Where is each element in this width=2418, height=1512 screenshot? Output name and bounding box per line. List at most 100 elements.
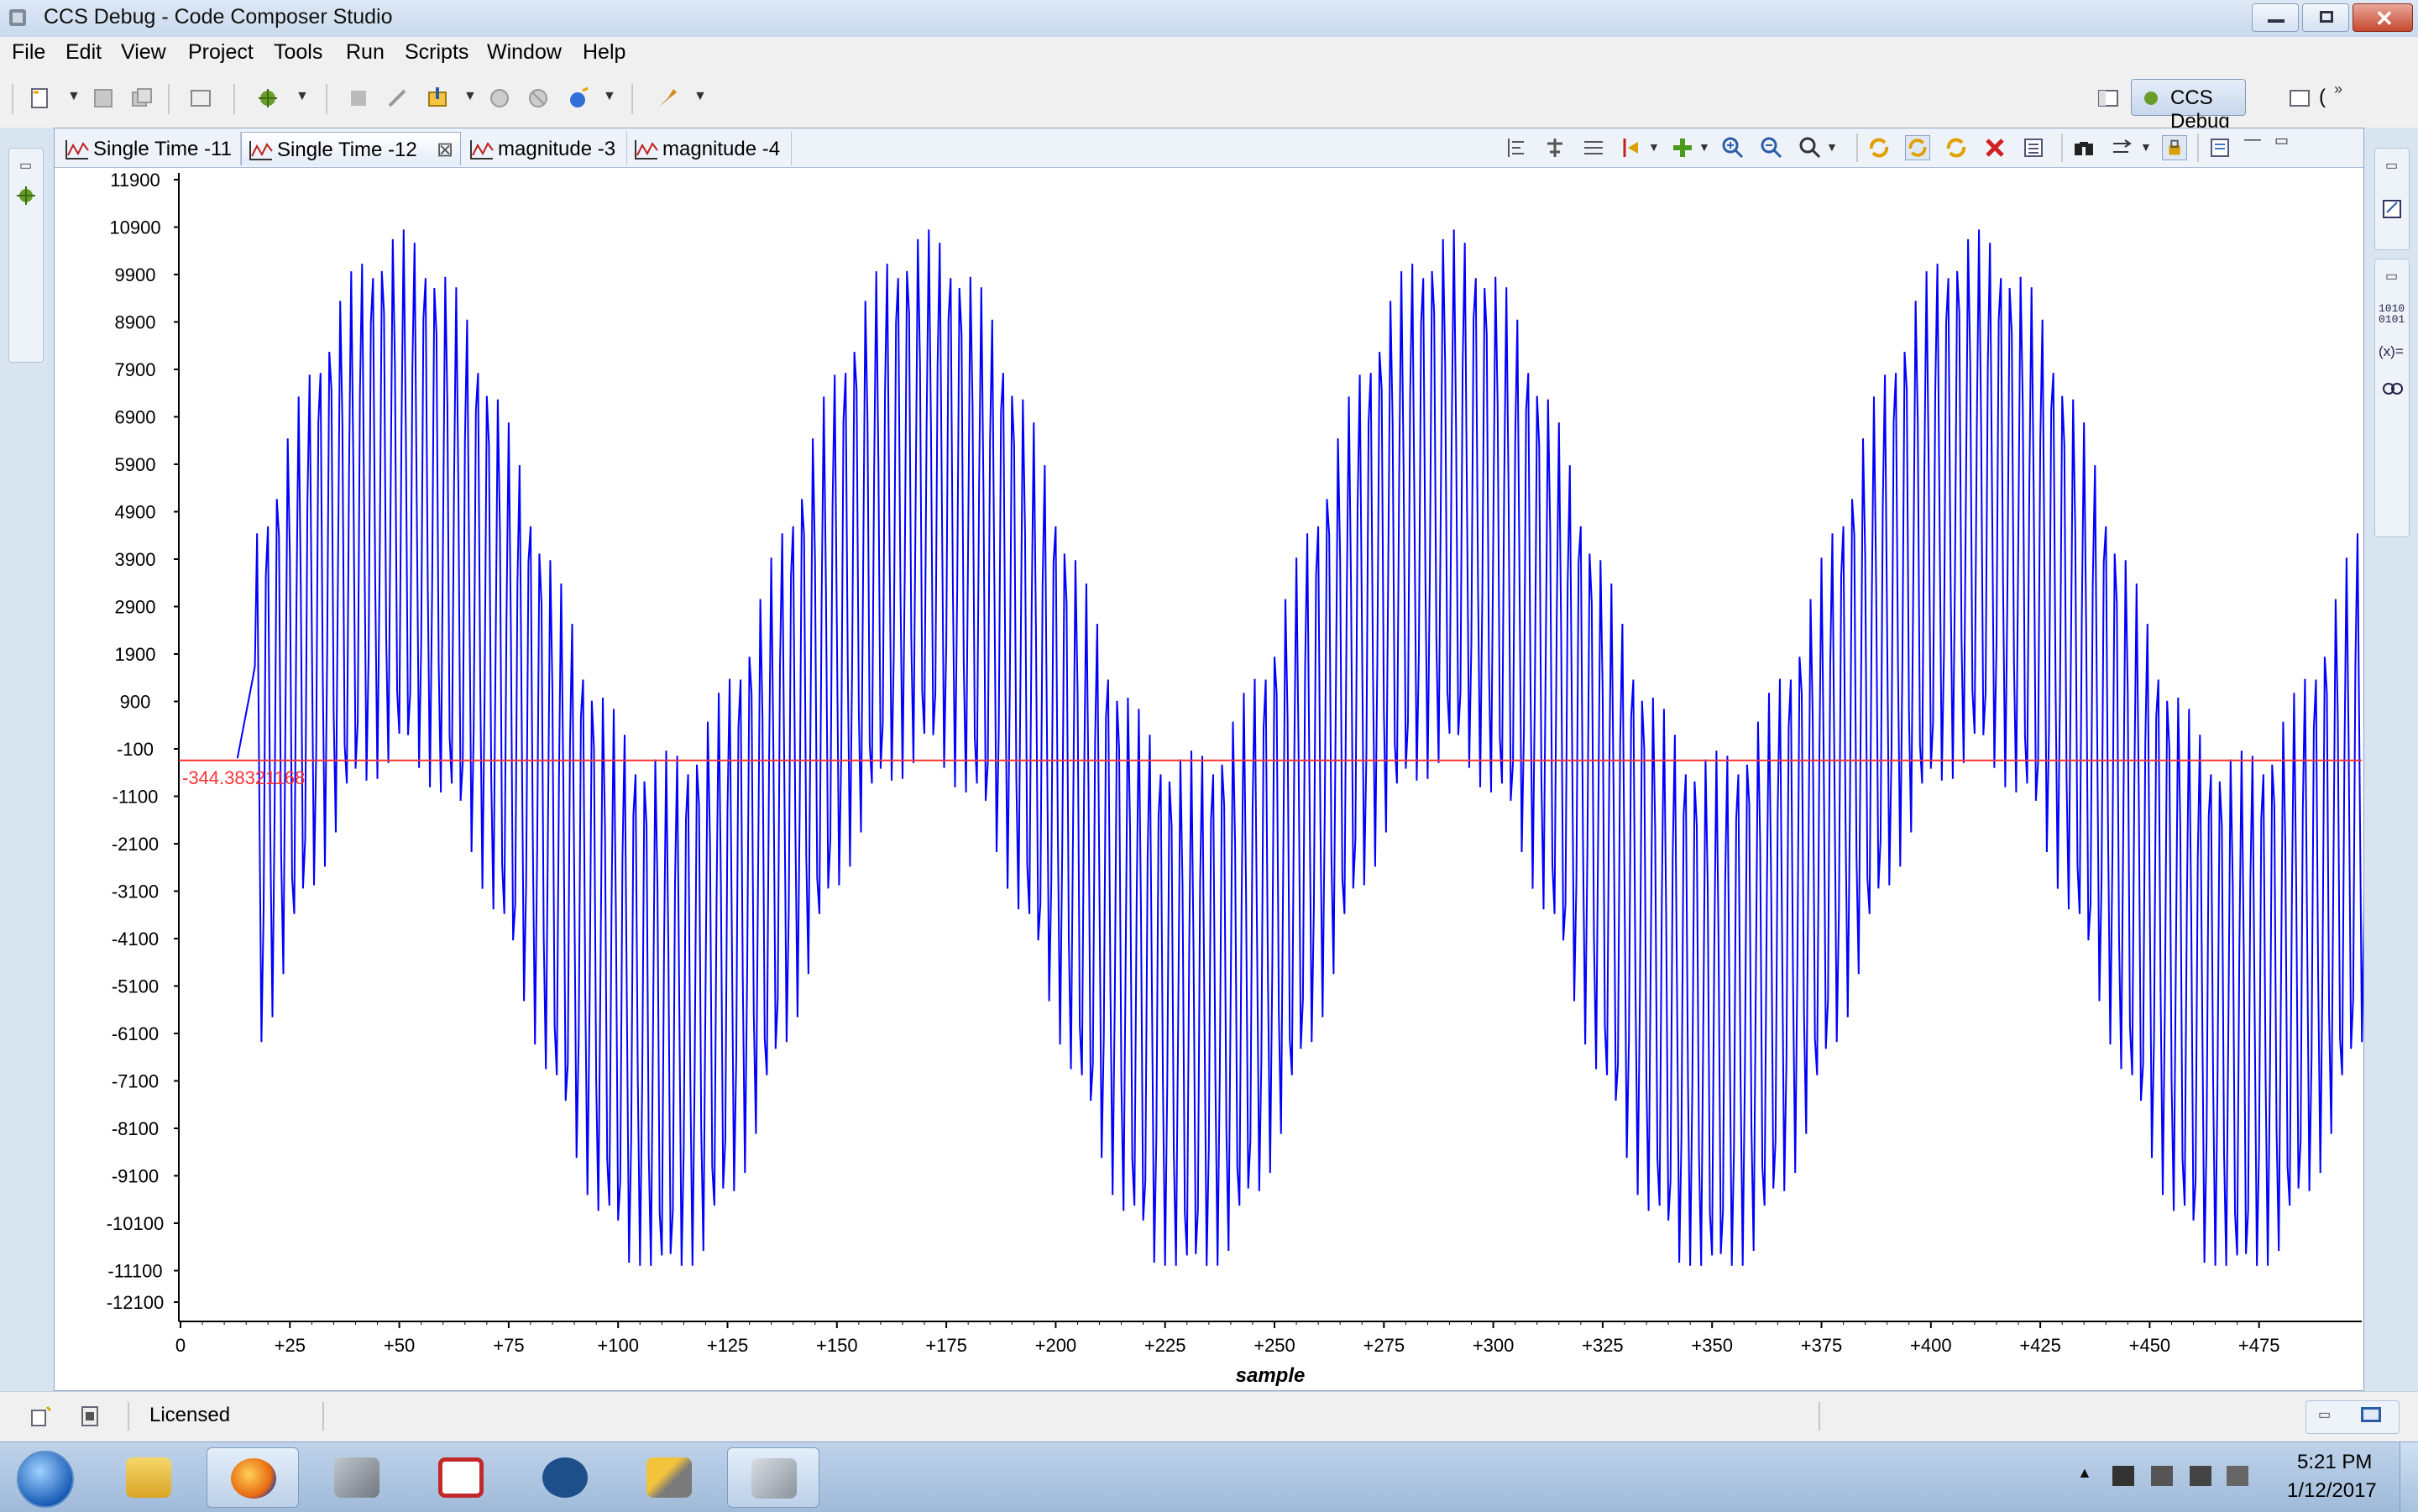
restore-icon[interactable]: ▭	[2318, 1406, 2331, 1423]
import-dropdown-arrow[interactable]: ▼	[2140, 140, 2152, 154]
x-tick-label: +275	[1363, 1335, 1405, 1356]
menu-scripts[interactable]: Scripts	[405, 40, 468, 65]
target-config-icon[interactable]	[566, 86, 591, 111]
menu-bar: File Edit View Project Tools Run Scripts…	[0, 37, 2418, 69]
taskbar-tree-app[interactable]	[519, 1447, 611, 1508]
new-dropdown-arrow[interactable]: ▼	[67, 89, 81, 104]
trace-marker-icon[interactable]	[1620, 135, 1645, 160]
perspective-overflow[interactable]: (	[2319, 86, 2326, 109]
maximize-view-icon[interactable]: ▭	[2274, 132, 2289, 149]
tab-magnitude-4[interactable]: magnitude -4	[627, 132, 792, 165]
network-icon[interactable]	[2190, 1466, 2211, 1486]
new-file-icon[interactable]	[27, 86, 52, 111]
taskbar-ccs-app[interactable]	[311, 1447, 403, 1508]
restore-icon[interactable]: ▭	[2385, 268, 2398, 285]
time-graph-plot[interactable]: 11900 10900 9900 8900 7900 6900 5900 4900 3900 29…	[56, 168, 2363, 1389]
taskbar-chip-tool[interactable]	[415, 1447, 507, 1508]
menu-project[interactable]: Project	[188, 40, 254, 65]
open-perspective-icon[interactable]	[2096, 86, 2121, 111]
debug-dropdown-arrow[interactable]: ▼	[296, 89, 309, 104]
find-icon[interactable]	[2071, 135, 2096, 160]
tab-single-time-11[interactable]: Single Time -11	[58, 132, 241, 165]
zoom-dropdown-arrow[interactable]: ▼	[1826, 140, 1838, 154]
restore-icon[interactable]: ▭	[19, 157, 32, 174]
tab-single-time-12[interactable]: Single Time -12 ⊠	[241, 132, 461, 165]
view-menu-icon[interactable]	[2207, 135, 2232, 160]
flash-icon[interactable]	[655, 86, 680, 111]
status-separator	[322, 1402, 324, 1431]
menu-window[interactable]: Window	[487, 40, 562, 65]
import-export-icon[interactable]	[2110, 135, 2135, 160]
refresh-icon[interactable]	[1866, 135, 1892, 160]
start-button[interactable]	[5, 1444, 82, 1511]
load-dropdown-arrow[interactable]: ▼	[463, 89, 477, 104]
build-status-icon[interactable]	[77, 1404, 102, 1429]
console-icon[interactable]	[2358, 1405, 2384, 1428]
save-all-icon[interactable]	[129, 86, 154, 111]
align-center-icon[interactable]	[1542, 135, 1568, 160]
flag-icon[interactable]	[2112, 1466, 2134, 1486]
expressions-icon[interactable]	[2380, 377, 2404, 400]
menu-edit[interactable]: Edit	[65, 40, 102, 65]
close-tab-icon[interactable]: ⊠	[437, 138, 453, 162]
taskbar-firefox[interactable]	[207, 1447, 299, 1508]
minimize-button[interactable]	[2252, 3, 2299, 32]
clock-date[interactable]: 1/12/2017	[2287, 1479, 2377, 1503]
tab-magnitude-3[interactable]: magnitude -3	[463, 132, 627, 165]
menu-help[interactable]: Help	[583, 40, 625, 65]
close-button[interactable]: ✕	[2353, 3, 2413, 32]
reset-graph-icon[interactable]	[1982, 135, 2007, 160]
x-tick-label: +125	[707, 1335, 749, 1356]
restore-icon[interactable]: ▭	[2385, 157, 2398, 174]
marker-dropdown-arrow[interactable]: ▼	[1648, 140, 1660, 154]
terminal-icon[interactable]	[188, 86, 213, 111]
y-tick-label: -100	[117, 739, 154, 760]
perspective-chevron-icon[interactable]: »	[2334, 81, 2342, 98]
outline-icon[interactable]	[2380, 197, 2404, 221]
taskbar-explorer[interactable]	[102, 1447, 195, 1508]
zoom-in-icon[interactable]	[1720, 135, 1745, 160]
show-hidden-icons-icon[interactable]: ▲	[2077, 1464, 2092, 1482]
menu-file[interactable]: File	[12, 40, 45, 65]
show-desktop-button[interactable]	[2400, 1442, 2418, 1512]
continuous-refresh-icon[interactable]	[1905, 135, 1930, 160]
remove-breakpoint-icon[interactable]	[526, 86, 551, 111]
pin-view-icon[interactable]	[2162, 135, 2187, 160]
breakpoint-icon[interactable]	[487, 86, 512, 111]
taskbar-build-tools[interactable]	[623, 1447, 715, 1508]
taskbar-code-composer[interactable]	[727, 1447, 819, 1508]
zoom-out-icon[interactable]	[1759, 135, 1784, 160]
target-dropdown-arrow[interactable]: ▼	[603, 89, 616, 104]
flash-dropdown-arrow[interactable]: ▼	[693, 89, 707, 104]
debug-icon[interactable]	[255, 86, 280, 111]
load-program-icon[interactable]	[425, 86, 450, 111]
cpp-perspective-icon[interactable]	[2287, 86, 2312, 111]
connect-icon[interactable]	[346, 86, 371, 111]
variables-icon[interactable]: (x)=	[2379, 343, 2404, 360]
add-measurement-icon[interactable]	[1670, 135, 1695, 160]
graph-properties-icon[interactable]	[2021, 135, 2046, 160]
menu-view[interactable]: View	[121, 40, 166, 65]
ccs-debug-perspective-button[interactable]: CCS Debug	[2131, 79, 2246, 133]
toolbar-separator	[168, 84, 170, 114]
align-left-icon[interactable]	[1504, 135, 1529, 160]
minimize-view-icon[interactable]: —	[2244, 130, 2261, 149]
fast-view-icon[interactable]	[29, 1404, 54, 1429]
measure-dropdown-arrow[interactable]: ▼	[1698, 140, 1710, 154]
zoom-fit-icon[interactable]	[1798, 135, 1823, 160]
refresh-all-icon[interactable]	[1944, 135, 1969, 160]
save-icon[interactable]	[91, 86, 116, 111]
align-right-icon[interactable]	[1581, 135, 1606, 160]
safely-remove-icon[interactable]	[2151, 1466, 2173, 1486]
ccs-app-icon[interactable]	[7, 7, 29, 29]
clock-time[interactable]: 5:21 PM	[2297, 1451, 2372, 1474]
volume-icon[interactable]	[2227, 1466, 2248, 1486]
memory-browser-icon[interactable]: 1010 0101	[2379, 303, 2405, 325]
status-bar: Licensed ▭	[0, 1391, 2418, 1442]
menu-tools[interactable]: Tools	[274, 40, 322, 65]
menu-run[interactable]: Run	[346, 40, 385, 65]
restore-button[interactable]	[2302, 3, 2349, 32]
disconnect-icon[interactable]	[385, 86, 410, 111]
y-tick-label: -2100	[112, 834, 159, 855]
debug-view-icon[interactable]	[14, 184, 38, 207]
